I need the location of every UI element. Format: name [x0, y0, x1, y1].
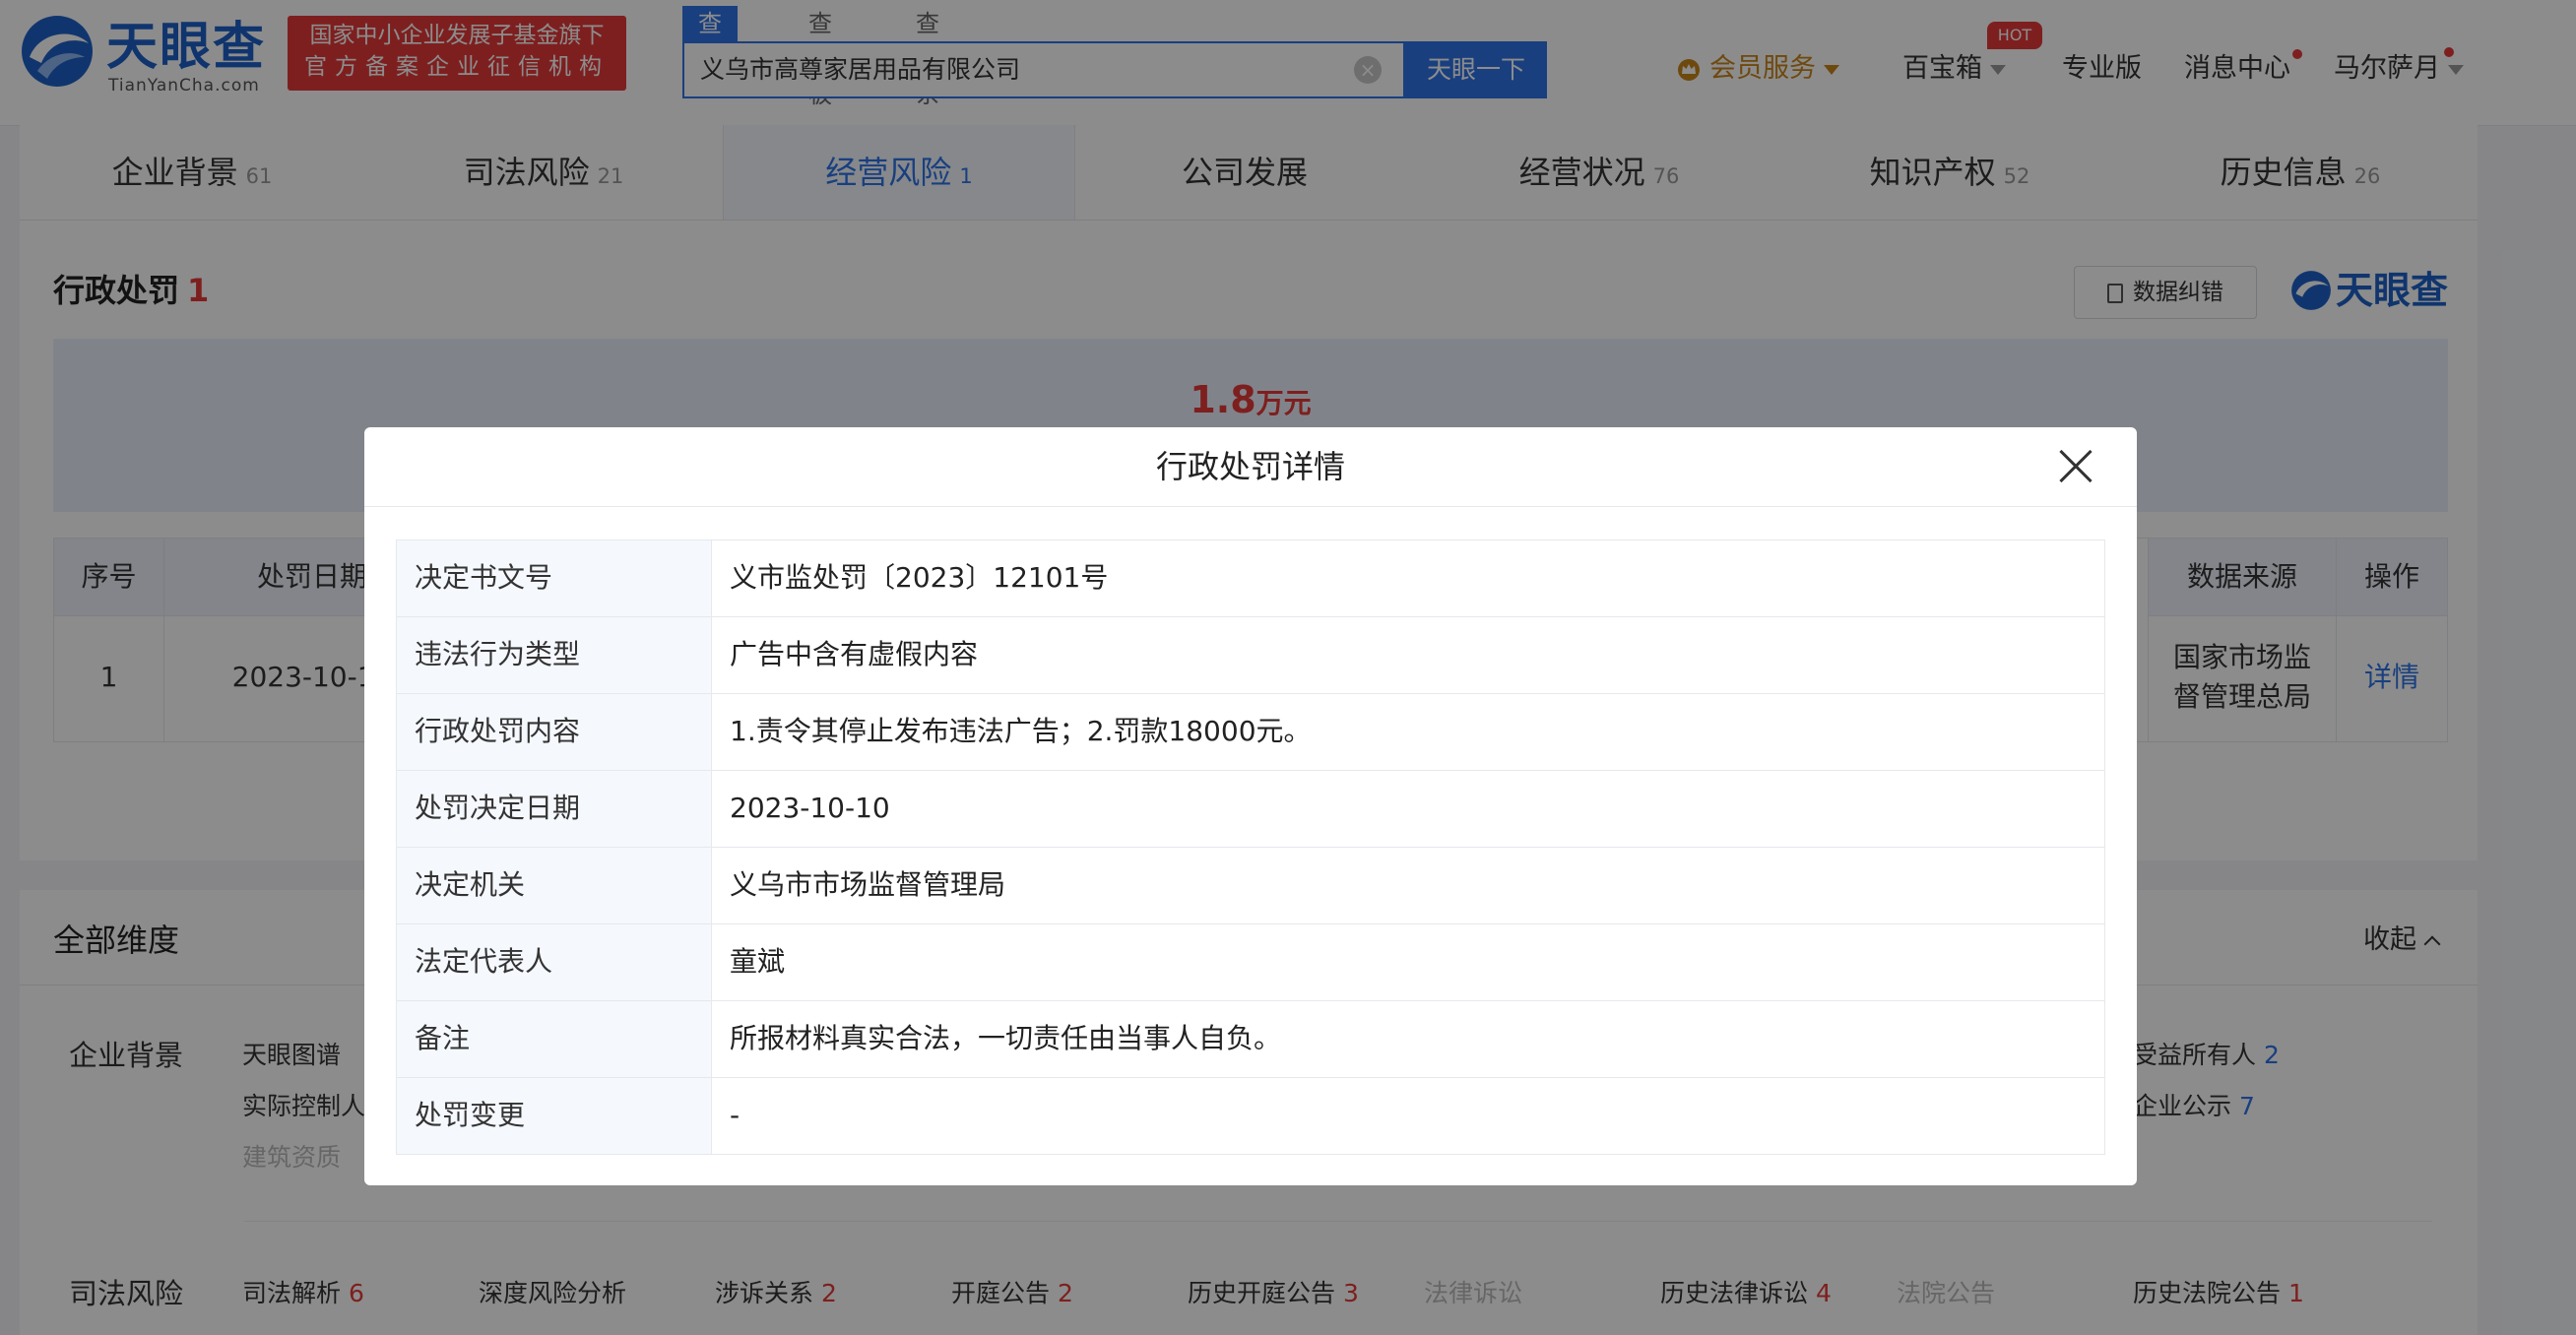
- detail-value: 1.责令其停止发布违法广告；2.罚款18000元。: [730, 715, 1312, 747]
- modal-title: 行政处罚详情: [364, 427, 2137, 507]
- detail-value: 童斌: [730, 945, 786, 978]
- close-icon[interactable]: [2056, 447, 2095, 486]
- detail-row-violation-type: 违法行为类型 广告中含有虚假内容: [397, 616, 2104, 693]
- detail-value: 2023-10-10: [730, 792, 890, 824]
- detail-row-penalty-change: 处罚变更 -: [397, 1077, 2104, 1154]
- detail-key: 行政处罚内容: [397, 694, 712, 770]
- detail-key: 决定书文号: [397, 540, 712, 616]
- detail-row-decision-date: 处罚决定日期 2023-10-10: [397, 770, 2104, 847]
- detail-row-remark: 备注 所报材料真实合法，一切责任由当事人自负。: [397, 1000, 2104, 1077]
- detail-key: 决定机关: [397, 848, 712, 923]
- detail-value: 义市监处罚〔2023〕12101号: [730, 561, 1109, 594]
- detail-value: -: [730, 1099, 741, 1131]
- detail-value: 广告中含有虚假内容: [730, 638, 979, 670]
- detail-value: 所报材料真实合法，一切责任由当事人自负。: [730, 1022, 1282, 1054]
- detail-key: 处罚决定日期: [397, 771, 712, 847]
- detail-key: 违法行为类型: [397, 617, 712, 693]
- detail-row-penalty-content: 行政处罚内容 1.责令其停止发布违法广告；2.罚款18000元。: [397, 693, 2104, 770]
- detail-table: 决定书文号 义市监处罚〔2023〕12101号 违法行为类型 广告中含有虚假内容 行…: [396, 540, 2105, 1155]
- penalty-detail-modal: 行政处罚详情 决定书文号 义市监处罚〔2023〕12101号 违法行为类型 广告中含…: [364, 427, 2137, 1185]
- detail-key: 法定代表人: [397, 924, 712, 1000]
- detail-key: 备注: [397, 1001, 712, 1077]
- detail-row-decision-number: 决定书文号 义市监处罚〔2023〕12101号: [397, 540, 2104, 616]
- detail-row-legal-rep: 法定代表人 童斌: [397, 923, 2104, 1000]
- detail-row-authority: 决定机关 义乌市市场监督管理局: [397, 847, 2104, 923]
- detail-value: 义乌市市场监督管理局: [730, 868, 1006, 901]
- detail-key: 处罚变更: [397, 1078, 712, 1154]
